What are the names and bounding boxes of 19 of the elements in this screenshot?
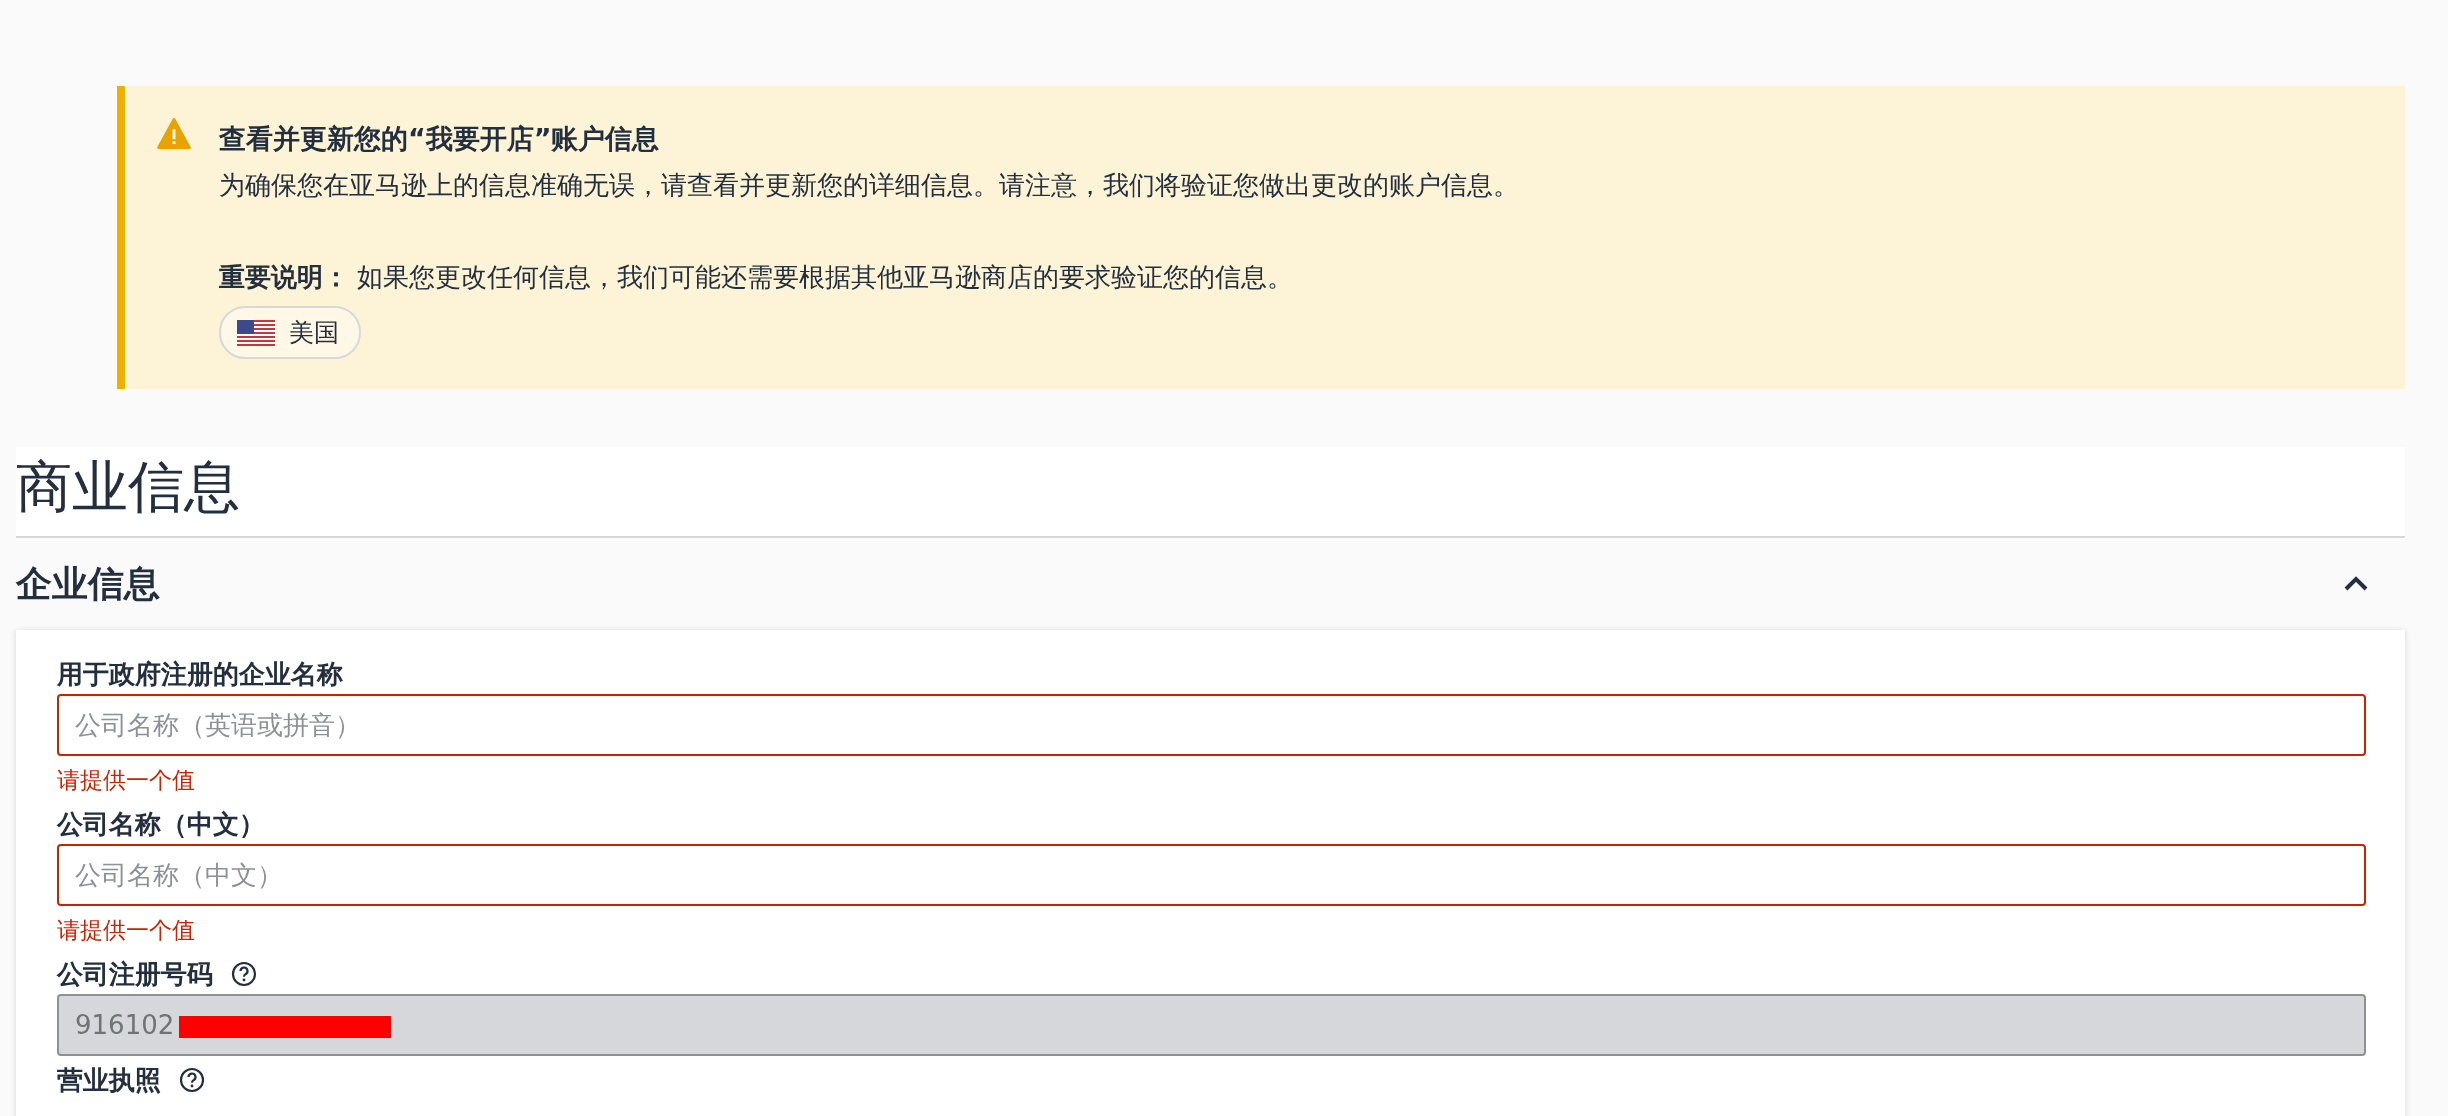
error-message: 请提供一个值 — [57, 766, 196, 795]
section-title: 企业信息 — [16, 561, 160, 606]
country-chip[interactable]: 美国 — [219, 306, 361, 359]
text-input[interactable]: 公司名称（中文） — [57, 844, 2366, 906]
field-label: 营业执照 — [57, 1063, 161, 1097]
alert-message: 为确保您在亚马逊上的信息准确无误，请查看并更新您的详细信息。请注意，我们将验证您做出更改的账户信息。 — [219, 169, 1519, 202]
alert-note: 重要说明： 如果您更改任何信息，我们可能还需要根据其他亚马逊商店的要求验证您的信息。 — [219, 261, 1295, 294]
text-input[interactable]: 公司名称（英语或拼音） — [57, 694, 2366, 756]
alert-title: 查看并更新您的“我要开店”账户信息 — [219, 122, 661, 156]
flag-icon — [237, 319, 275, 346]
page-title: 商业信息 — [16, 453, 241, 521]
field-label: 公司注册号码 — [57, 957, 213, 991]
chevron-icon[interactable] — [2343, 576, 2369, 592]
country-label: 美国 — [289, 317, 339, 349]
field-label: 用于政府注册的企业名称 — [57, 657, 343, 691]
warning-icon — [157, 118, 191, 149]
error-message: 请提供一个值 — [57, 916, 196, 945]
field-label: 公司名称（中文） — [57, 807, 265, 841]
help-icon[interactable] — [179, 1067, 205, 1093]
